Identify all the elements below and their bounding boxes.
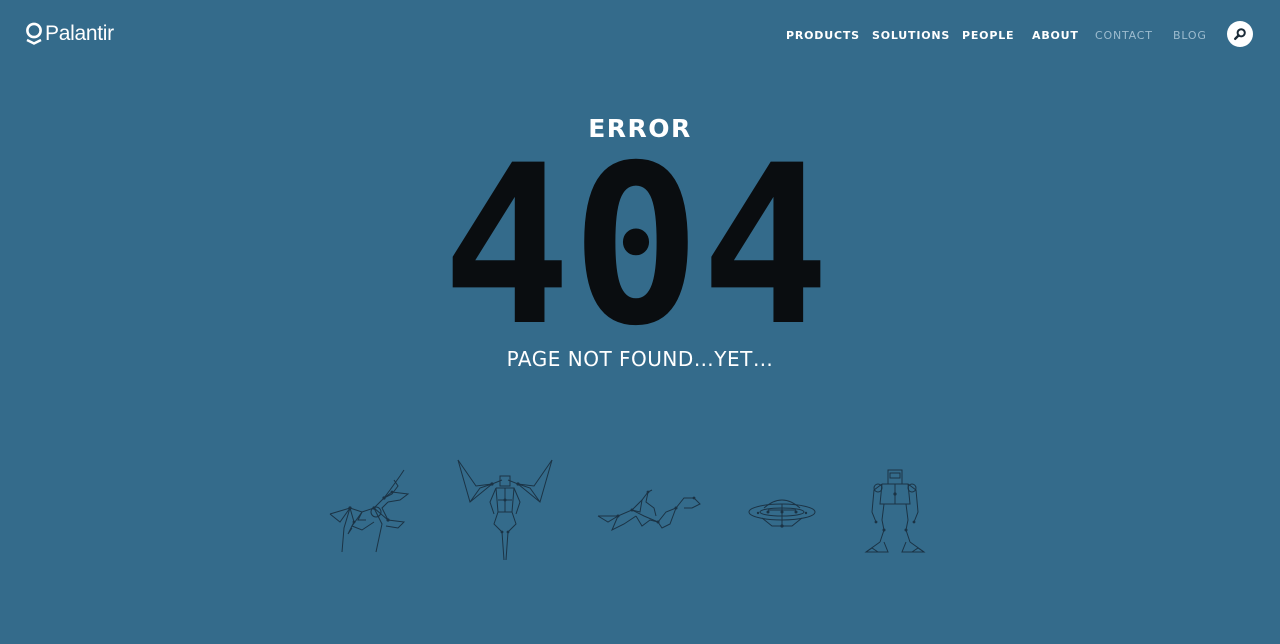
nav-contact[interactable]: CONTACT	[1095, 30, 1153, 42]
robot-drawing	[864, 469, 926, 553]
error-label: ERROR	[588, 114, 692, 143]
dragon-drawing	[597, 489, 701, 532]
error-code: 404	[442, 158, 830, 326]
nav-people[interactable]: PEOPLE	[962, 30, 1014, 42]
page-not-found-subtitle: PAGE NOT FOUND…YET…	[506, 347, 774, 371]
search-icon	[1234, 28, 1246, 41]
nav-blog[interactable]: BLOG	[1173, 30, 1207, 42]
nav-about[interactable]: ABOUT	[1032, 30, 1079, 42]
search-button[interactable]	[1227, 21, 1253, 47]
deer-drawing	[329, 469, 410, 553]
site-header: Palantir PRODUCTS SOLUTIONS PEOPLE ABOUT…	[0, 0, 1280, 70]
main-nav: PRODUCTS SOLUTIONS PEOPLE ABOUT CONTACT …	[0, 0, 1280, 70]
nav-solutions[interactable]: SOLUTIONS	[872, 30, 950, 42]
error-code-text: 404	[442, 158, 830, 326]
winged-figure-drawing	[457, 459, 553, 561]
nav-products[interactable]: PRODUCTS	[786, 30, 860, 42]
ufo-drawing	[748, 499, 816, 528]
